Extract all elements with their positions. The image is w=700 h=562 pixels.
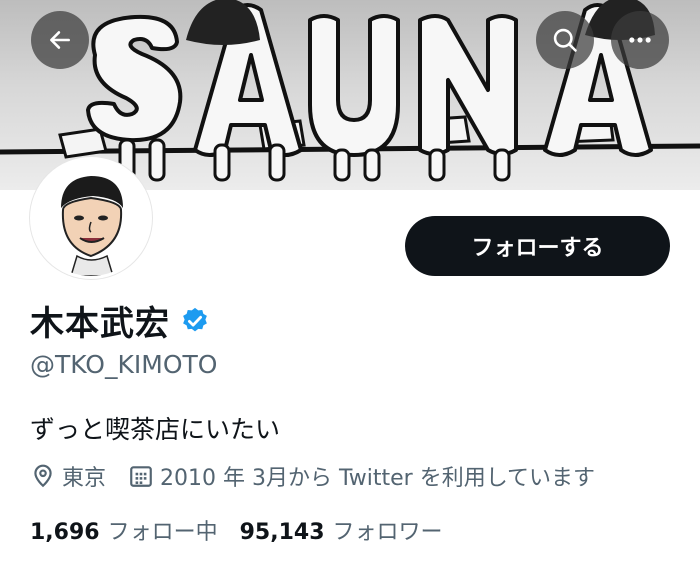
back-button[interactable] — [31, 11, 89, 69]
following-count: 1,696 — [30, 520, 100, 545]
profile-bio: ずっと喫茶店にいたい — [30, 415, 281, 444]
avatar-illustration — [33, 160, 149, 276]
profile-avatar[interactable] — [30, 157, 152, 279]
calendar-icon — [130, 466, 152, 487]
following-label: フォロー中 — [107, 520, 218, 545]
profile-stats: 1,696 フォロー中 95,143 フォロワー — [30, 514, 465, 546]
arrow-left-icon — [50, 31, 70, 49]
follow-button[interactable]: フォローする — [405, 216, 670, 276]
profile-location: 東京 — [30, 460, 106, 492]
profile-joined: 2010 年 3月から Twitter を利用しています — [128, 460, 595, 492]
profile-name-row: 木本武宏 — [30, 296, 210, 345]
more-dots-icon — [629, 37, 651, 43]
search-icon — [553, 28, 577, 52]
more-options-button[interactable] — [611, 11, 669, 69]
profile-name: 木本武宏 — [30, 304, 170, 344]
joined-text: 2010 年 3月から Twitter を利用しています — [160, 466, 596, 491]
location-text: 東京 — [62, 466, 107, 491]
followers-link[interactable]: 95,143 フォロワー — [240, 514, 465, 546]
map-pin-icon — [34, 464, 52, 488]
search-button[interactable] — [536, 11, 594, 69]
following-link[interactable]: 1,696 フォロー中 — [30, 514, 240, 546]
followers-label: フォロワー — [332, 520, 443, 545]
verified-badge-icon — [183, 307, 207, 331]
profile-meta: 東京 2010 年 3月から Twitter を利用しています — [30, 460, 617, 492]
followers-count: 95,143 — [239, 520, 325, 545]
profile-handle: @TKO_KIMOTO — [30, 350, 218, 379]
